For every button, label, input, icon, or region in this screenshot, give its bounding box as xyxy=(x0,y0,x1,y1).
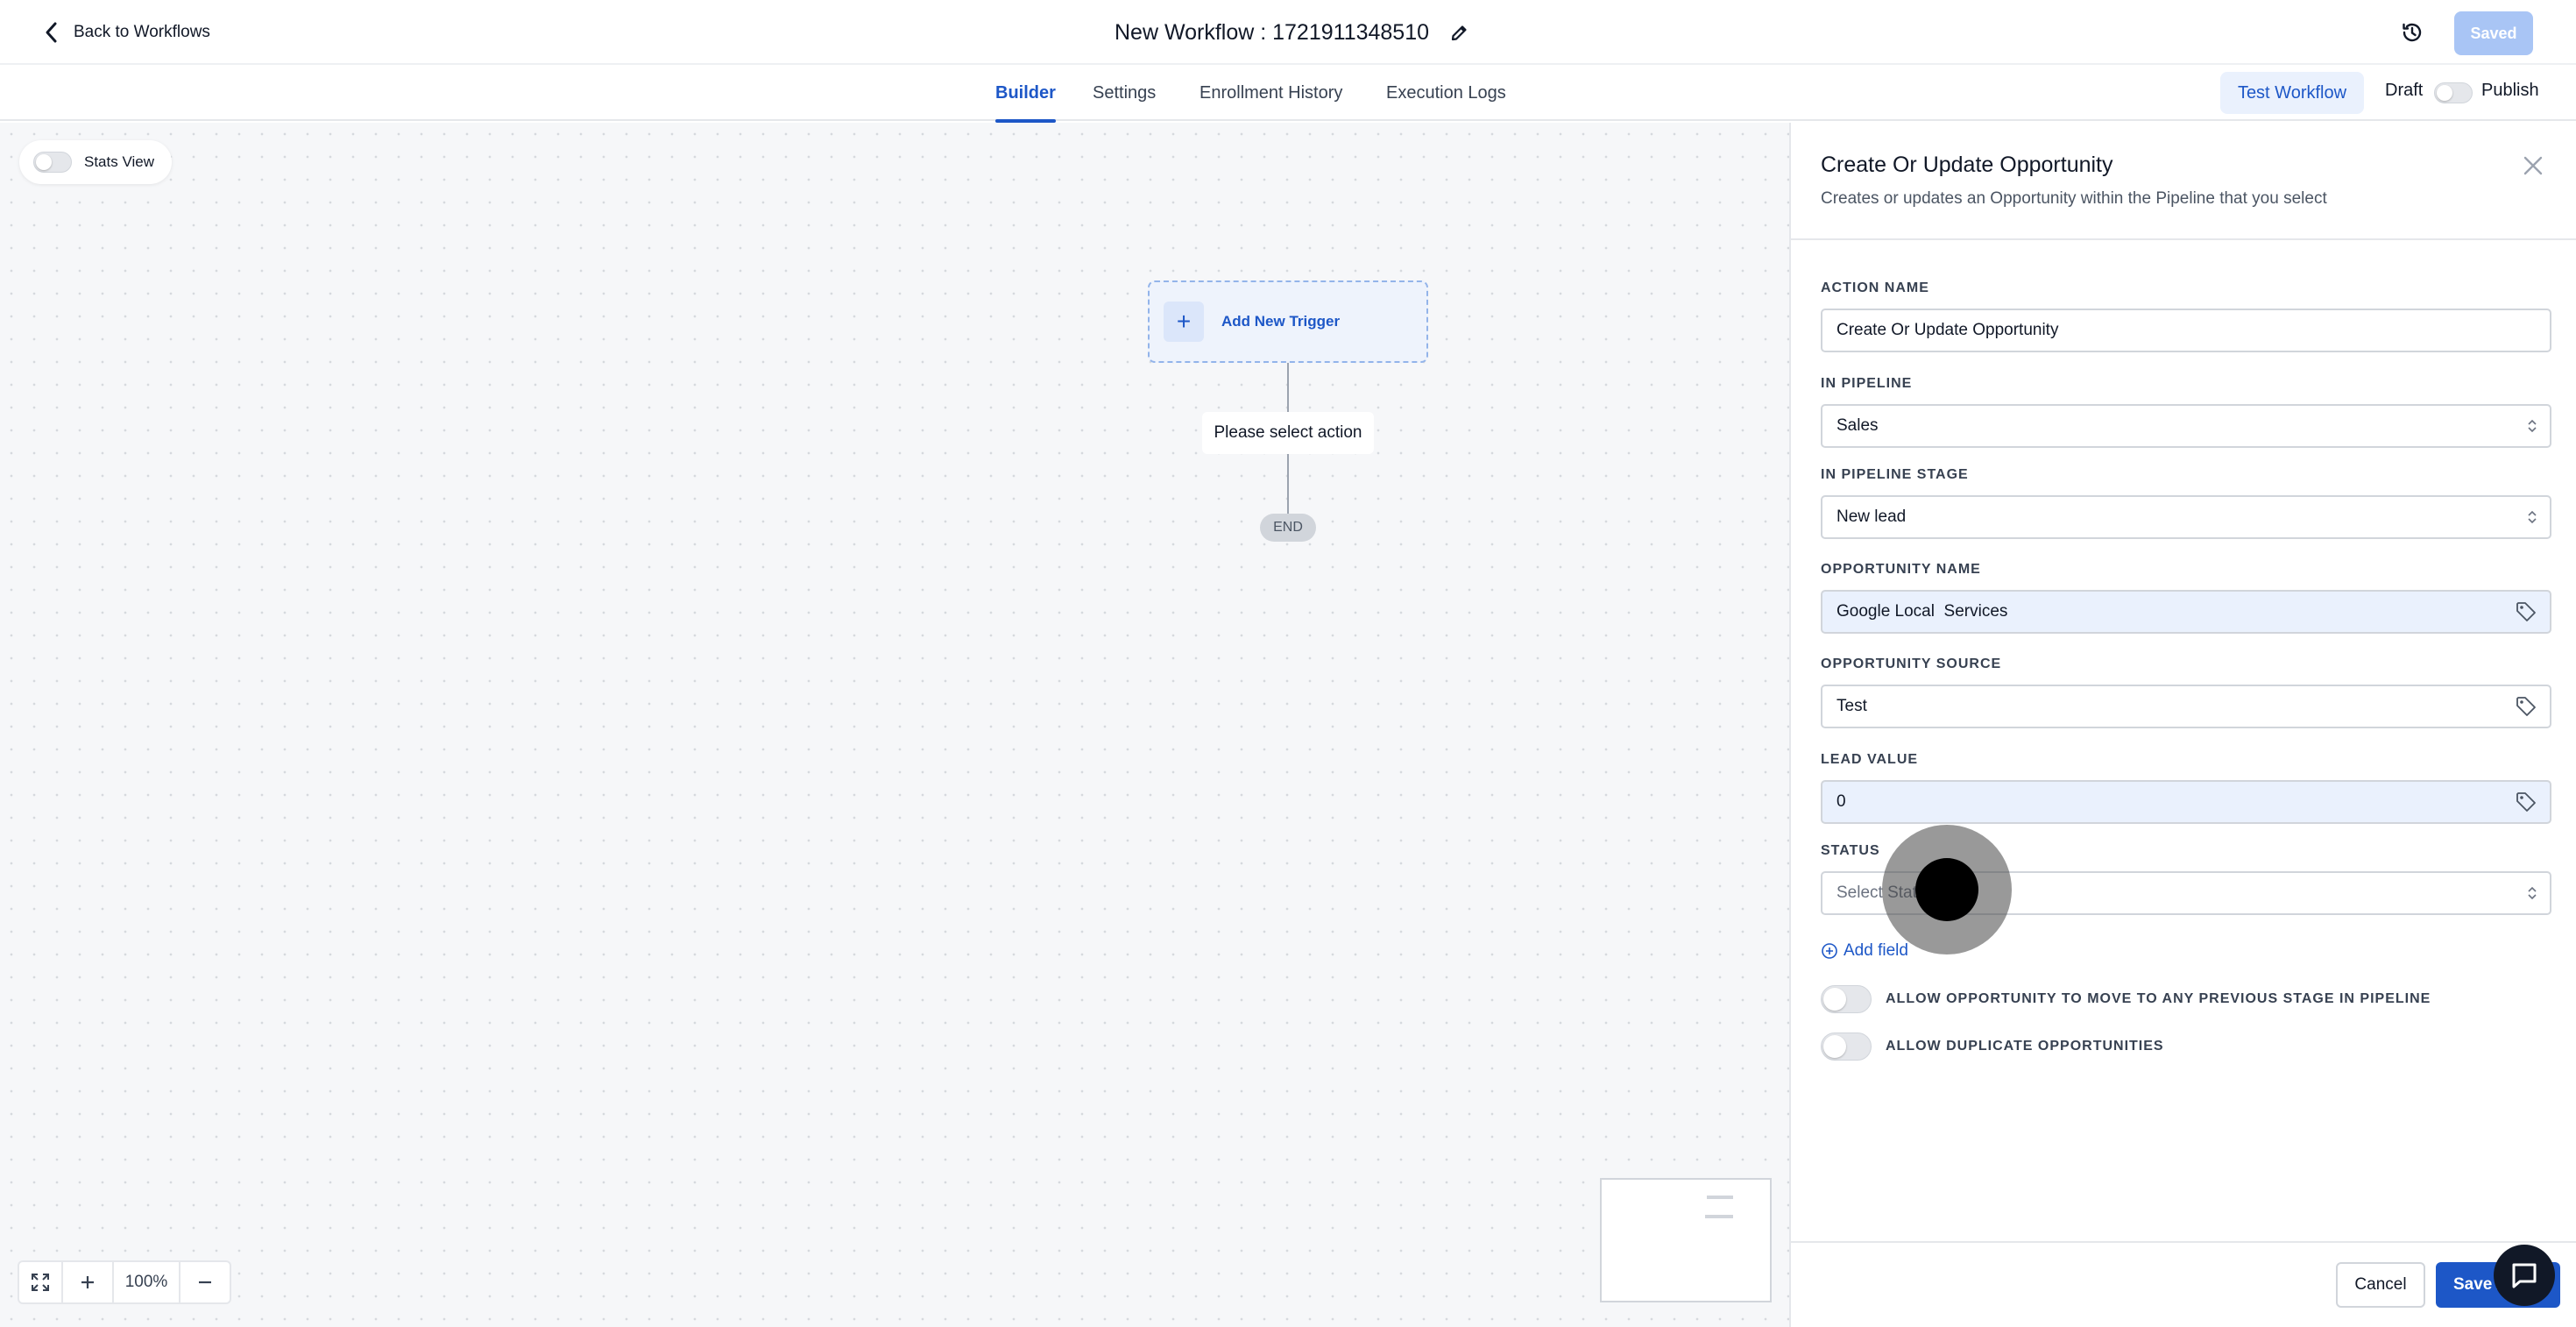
allow-previous-stage-toggle[interactable] xyxy=(1821,985,1872,1013)
history-button[interactable] xyxy=(2396,17,2428,48)
end-node: END xyxy=(1260,514,1316,542)
plus-circle-icon xyxy=(1822,943,1837,959)
workflow-title-text: New Workflow : 1721911348510 xyxy=(1115,19,1430,45)
close-icon[interactable] xyxy=(2520,153,2546,179)
tab-builder[interactable]: Builder xyxy=(995,65,1056,123)
chat-widget-button[interactable] xyxy=(2494,1245,2555,1306)
opportunity-name-input[interactable]: Google Local Services xyxy=(1821,590,2551,634)
opportunity-name-value: Google Local Services xyxy=(1836,602,2008,621)
add-trigger-label: Add New Trigger xyxy=(1221,313,1341,330)
workflow-title: New Workflow : 1721911348510 xyxy=(1115,16,1469,49)
mouse-cursor xyxy=(1915,858,1978,921)
workflow-canvas[interactable]: Stats View + Add New Trigger Please sele… xyxy=(0,123,1789,1327)
allow-duplicates-toggle[interactable] xyxy=(1821,1033,1872,1061)
action-config-panel: Create Or Update Opportunity Creates or … xyxy=(1789,123,2576,1327)
pencil-icon[interactable] xyxy=(1450,23,1469,42)
sort-arrows-icon xyxy=(2527,884,2537,902)
zoom-in-button[interactable] xyxy=(63,1262,114,1302)
status-label: STATUS xyxy=(1821,843,1880,858)
allow-previous-stage-label: ALLOW OPPORTUNITY TO MOVE TO ANY PREVIOU… xyxy=(1886,991,2431,1006)
back-to-workflows-link[interactable]: Back to Workflows xyxy=(42,18,210,47)
allow-duplicates-label: ALLOW DUPLICATE OPPORTUNITIES xyxy=(1886,1039,2164,1054)
pipeline-label: IN PIPELINE xyxy=(1821,376,1913,391)
tab-execution-logs[interactable]: Execution Logs xyxy=(1386,65,1506,121)
chevron-left-icon xyxy=(46,22,57,43)
tag-icon[interactable] xyxy=(2515,791,2537,813)
action-name-input[interactable]: Create Or Update Opportunity xyxy=(1821,309,2551,352)
plus-icon: + xyxy=(1164,302,1204,342)
panel-subtitle: Creates or updates an Opportunity within… xyxy=(1821,189,2327,208)
lead-value-label: LEAD VALUE xyxy=(1821,752,1919,767)
pipeline-select[interactable]: Sales xyxy=(1821,404,2551,448)
fullscreen-icon xyxy=(32,1274,49,1291)
add-field-label: Add field xyxy=(1844,941,1908,960)
tabs-bar: Builder Settings Enrollment History Exec… xyxy=(0,65,2576,123)
tag-icon[interactable] xyxy=(2515,600,2537,623)
lead-value-value: 0 xyxy=(1836,792,1846,811)
pipeline-value: Sales xyxy=(1836,416,1879,435)
publish-label: Publish xyxy=(2481,81,2539,100)
sort-arrows-icon xyxy=(2527,508,2537,526)
zoom-level: 100% xyxy=(114,1262,180,1302)
divider xyxy=(1791,238,2576,240)
stats-view-control: Stats View xyxy=(19,140,172,184)
fit-view-button[interactable] xyxy=(19,1262,63,1302)
minus-icon xyxy=(199,1281,211,1284)
connector-line xyxy=(1287,454,1289,514)
chat-icon xyxy=(2512,1263,2537,1288)
panel-title: Create Or Update Opportunity xyxy=(1821,153,2113,177)
zoom-out-button[interactable] xyxy=(180,1262,230,1302)
publish-toggle[interactable] xyxy=(2434,82,2473,103)
zoom-controls: 100% xyxy=(18,1260,231,1304)
pipeline-stage-label: IN PIPELINE STAGE xyxy=(1821,467,1969,482)
top-header: Back to Workflows New Workflow : 1721911… xyxy=(0,0,2576,65)
stats-view-toggle[interactable] xyxy=(33,152,72,173)
minimap-node xyxy=(1705,1215,1733,1218)
divider xyxy=(1791,1241,2576,1243)
connector-line xyxy=(1287,363,1289,412)
cancel-button[interactable]: Cancel xyxy=(2336,1262,2425,1308)
action-name-label: ACTION NAME xyxy=(1821,280,1929,295)
stats-view-label: Stats View xyxy=(84,153,155,170)
opportunity-source-label: OPPORTUNITY SOURCE xyxy=(1821,656,2002,671)
test-workflow-button[interactable]: Test Workflow xyxy=(2220,72,2364,114)
tag-icon[interactable] xyxy=(2515,695,2537,718)
allow-duplicates-row: ALLOW DUPLICATE OPPORTUNITIES xyxy=(1821,1033,2164,1061)
select-action-node[interactable]: Please select action xyxy=(1202,412,1374,454)
pipeline-stage-select[interactable]: New lead xyxy=(1821,495,2551,539)
minimap-node xyxy=(1707,1196,1733,1199)
tab-enrollment-history[interactable]: Enrollment History xyxy=(1200,65,1342,121)
lead-value-input[interactable]: 0 xyxy=(1821,780,2551,824)
action-name-value: Create Or Update Opportunity xyxy=(1836,321,2059,339)
history-icon xyxy=(2403,23,2422,42)
sort-arrows-icon xyxy=(2527,417,2537,435)
opportunity-name-label: OPPORTUNITY NAME xyxy=(1821,562,1981,577)
draft-label: Draft xyxy=(2385,81,2424,100)
back-label: Back to Workflows xyxy=(74,23,210,41)
add-field-link[interactable]: Add field xyxy=(1821,941,1908,961)
add-trigger-node[interactable]: + Add New Trigger xyxy=(1148,280,1428,363)
allow-previous-stage-row: ALLOW OPPORTUNITY TO MOVE TO ANY PREVIOU… xyxy=(1821,985,2431,1013)
opportunity-source-input[interactable]: Test xyxy=(1821,685,2551,728)
minimap[interactable] xyxy=(1600,1178,1772,1302)
tab-settings[interactable]: Settings xyxy=(1093,65,1156,121)
plus-icon xyxy=(81,1276,94,1288)
pipeline-stage-value: New lead xyxy=(1836,507,1907,526)
saved-button[interactable]: Saved xyxy=(2454,11,2533,55)
opportunity-source-value: Test xyxy=(1836,697,1867,715)
